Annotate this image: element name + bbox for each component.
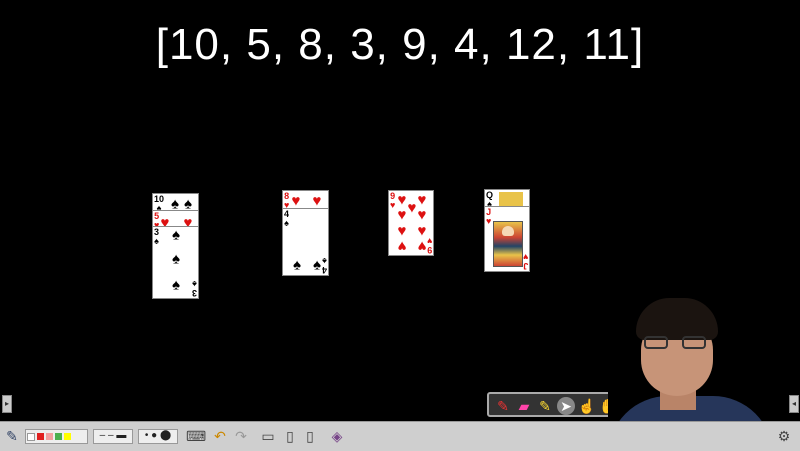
right-panel-toggle[interactable]: ◂: [789, 395, 799, 413]
marker-icon[interactable]: ✎: [494, 397, 512, 415]
cursor-icon[interactable]: ➤: [557, 397, 575, 415]
highlighter-icon[interactable]: ✎: [536, 397, 554, 415]
settings-icon[interactable]: ⚙: [775, 427, 793, 445]
redo-icon[interactable]: ↷: [232, 427, 250, 445]
page-copy-icon[interactable]: ▯: [301, 427, 319, 445]
pointer-hand-icon[interactable]: ☝: [578, 397, 596, 415]
card-4-spades: 4 ♠ ♠ ♠ 4 ♠: [282, 208, 329, 276]
jack-face-art: [493, 221, 523, 267]
screen-icon[interactable]: ▭: [259, 427, 277, 445]
eraser-icon[interactable]: ▰: [515, 397, 533, 415]
undo-icon[interactable]: ↶: [211, 427, 229, 445]
card-3-spades: 3 ♠ ♠ ♠ ♠ 3 ♠: [152, 226, 199, 299]
pen-color-palette[interactable]: [25, 429, 88, 444]
keyboard-icon[interactable]: ⌨: [186, 427, 206, 445]
pen-tool-icon[interactable]: ✎: [3, 427, 21, 445]
color-swatch-green[interactable]: [55, 433, 62, 440]
line-style-icon[interactable]: – – ▬: [93, 429, 133, 444]
color-swatch-red[interactable]: [37, 433, 44, 440]
array-title: [10, 5, 8, 3, 9, 4, 12, 11]: [155, 20, 645, 69]
card-jack-hearts: J ♥ J ♥: [484, 206, 530, 272]
color-swatch-yellow[interactable]: [64, 433, 71, 440]
color-swatch-white[interactable]: [27, 433, 35, 441]
dot-size-icon[interactable]: • ● ⬤: [138, 429, 178, 444]
bottom-toolbar: ✎ – – ▬ • ● ⬤ ⌨ ↶ ↷ ▭ ▯ ▯ ◈ ⚙: [0, 421, 800, 451]
left-panel-toggle[interactable]: ▸: [2, 395, 12, 413]
color-swatch-pink[interactable]: [46, 433, 53, 440]
page-icon[interactable]: ▯: [281, 427, 299, 445]
card-9-hearts: 9 ♥ ♥ ♥ ♥ ♥ ♥ ♥ ♥ ♥ ♥ 9 ♥: [388, 190, 434, 256]
shape-icon[interactable]: ◈: [328, 427, 346, 445]
